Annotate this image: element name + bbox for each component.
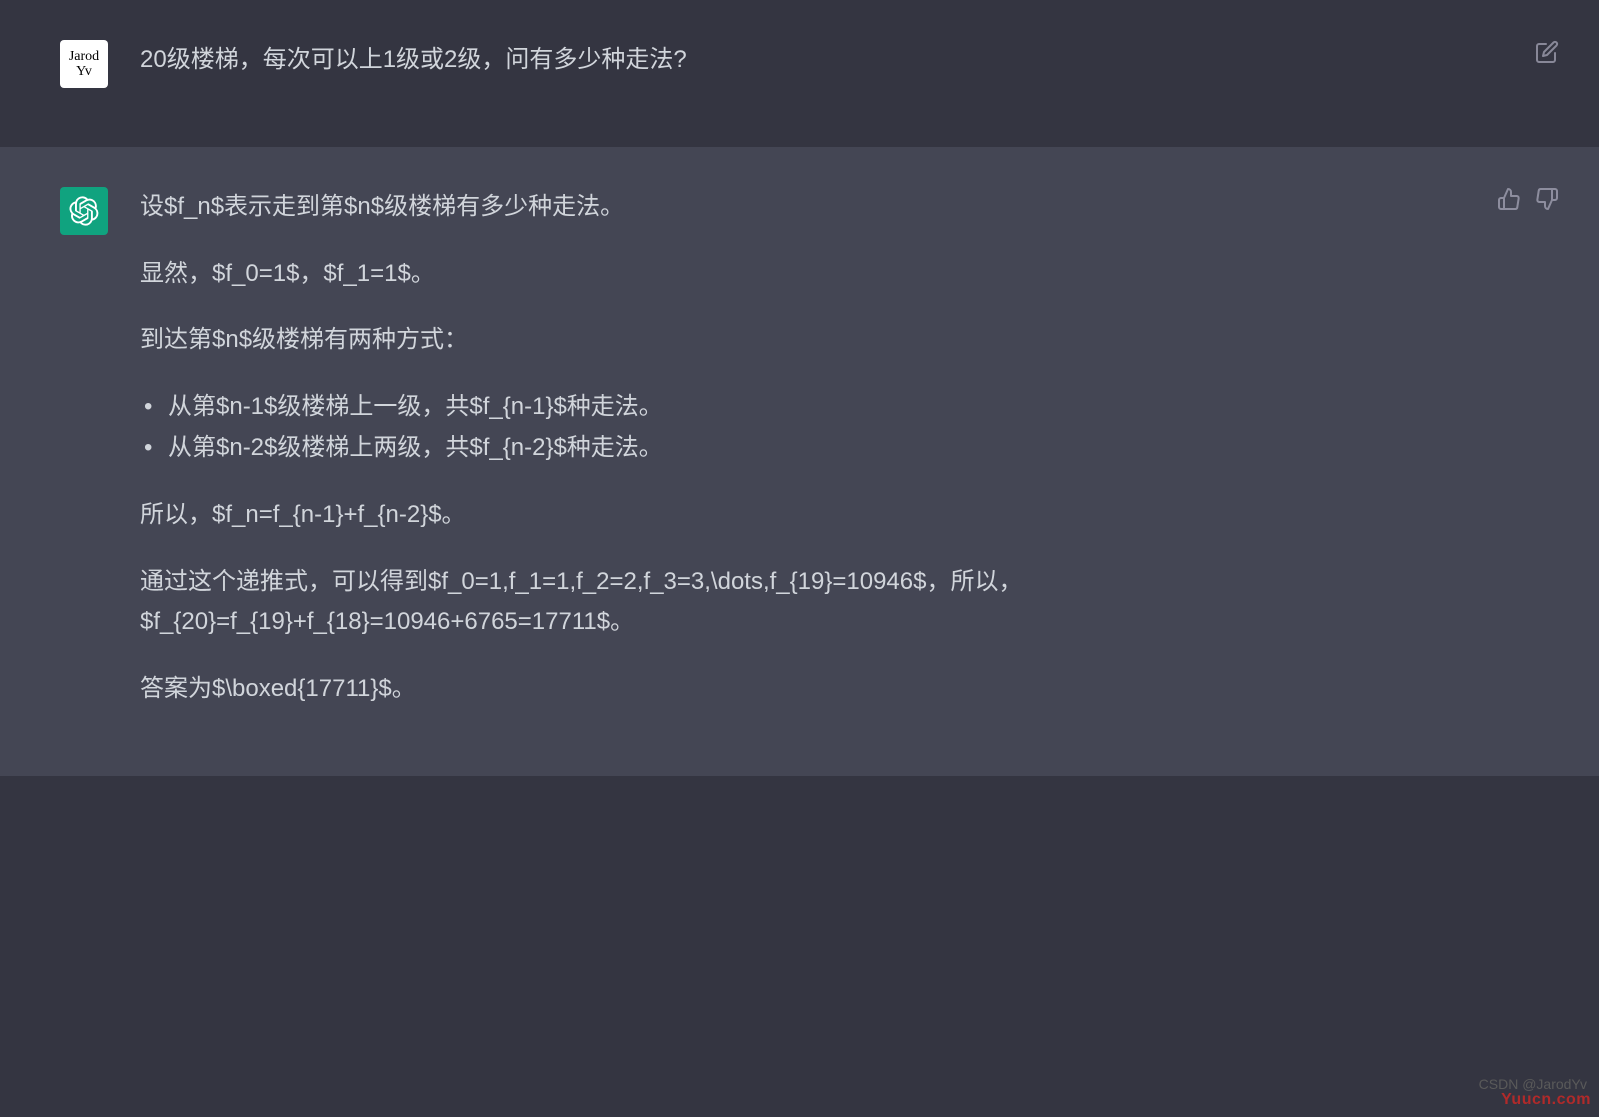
user-message: Jarod Yv 20级楼梯，每次可以上1级或2级，问有多少种走法? [0,0,1599,147]
assistant-li2: 从第$n-2$级楼梯上两级，共$f_{n-2}$种走法。 [168,428,1459,469]
thumbs-up-icon[interactable] [1497,187,1521,211]
watermark-yuucn: Yuucn.com [1501,1086,1591,1113]
assistant-p5: 通过这个递推式，可以得到$f_0=1,f_1=1,f_2=2,f_3=3,\do… [140,562,1459,644]
assistant-avatar [60,187,108,235]
assistant-actions [1497,187,1559,211]
assistant-p6: 答案为$\boxed{17711}$。 [140,669,1459,710]
user-avatar: Jarod Yv [60,40,108,88]
assistant-p3: 到达第$n$级楼梯有两种方式： [140,320,1459,361]
user-question: 20级楼梯，每次可以上1级或2级，问有多少种走法? [140,40,1459,81]
user-avatar-text: Jarod Yv [62,49,106,80]
assistant-content: 设$f_n$表示走到第$n$级楼梯有多少种走法。 显然，$f_0=1$，$f_1… [140,187,1539,736]
assistant-p2: 显然，$f_0=1$，$f_1=1$。 [140,254,1459,295]
user-content: 20级楼梯，每次可以上1级或2级，问有多少种走法? [140,40,1539,107]
assistant-list: 从第$n-1$级楼梯上一级，共$f_{n-1}$种走法。 从第$n-2$级楼梯上… [168,387,1459,469]
user-actions [1535,40,1559,64]
assistant-p1: 设$f_n$表示走到第$n$级楼梯有多少种走法。 [140,187,1459,228]
assistant-p4: 所以，$f_n=f_{n-1}+f_{n-2}$。 [140,495,1459,536]
edit-icon[interactable] [1535,40,1559,64]
assistant-li1: 从第$n-1$级楼梯上一级，共$f_{n-1}$种走法。 [168,387,1459,428]
thumbs-down-icon[interactable] [1535,187,1559,211]
openai-icon [69,196,99,226]
assistant-message: 设$f_n$表示走到第$n$级楼梯有多少种走法。 显然，$f_0=1$，$f_1… [0,147,1599,776]
